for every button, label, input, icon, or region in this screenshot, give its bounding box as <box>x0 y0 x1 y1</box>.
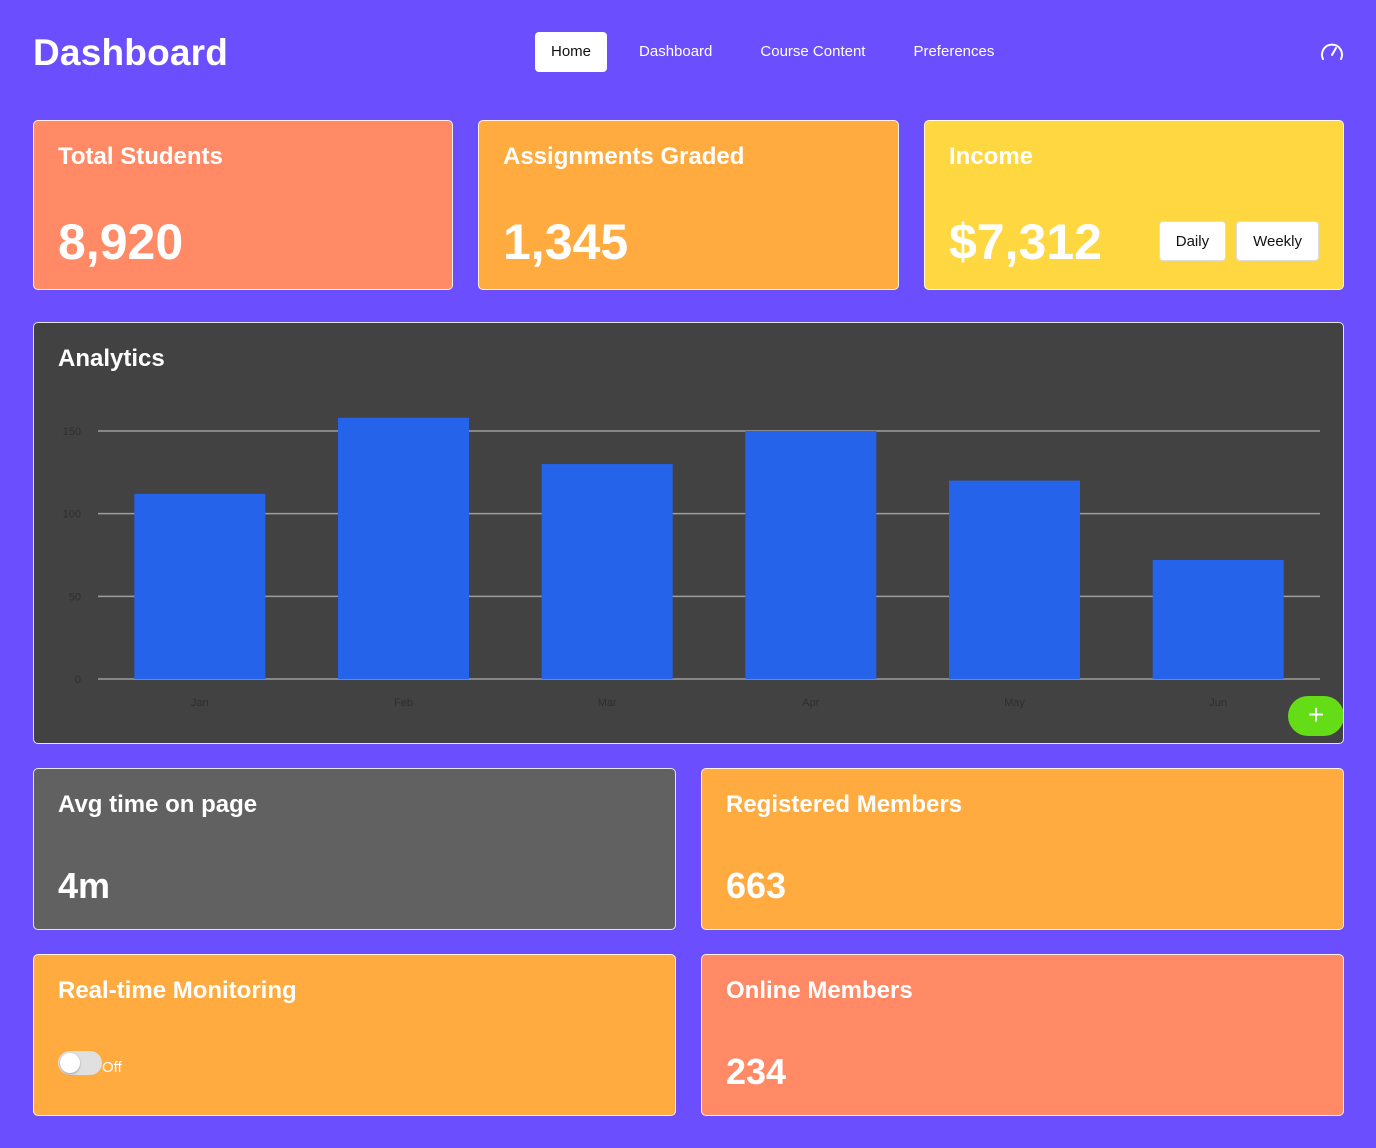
avg-time-card: Avg time on page 4m <box>33 768 676 930</box>
app-title: Dashboard <box>33 32 229 73</box>
realtime-monitoring-label: Real-time Monitoring <box>58 977 297 1004</box>
speedometer-icon[interactable] <box>1320 40 1344 64</box>
income-card: Income $7,312 Daily Weekly <box>924 120 1344 290</box>
x-tick-label: Apr <box>802 697 819 709</box>
period-toggle: Daily Weekly <box>1149 221 1319 261</box>
analytics-chart: 0 50 100 150 Jan Feb Mar Apr May Jun <box>63 417 1320 709</box>
x-tick-label: May <box>1004 697 1025 709</box>
bar <box>1152 559 1284 679</box>
monitoring-toggle[interactable] <box>58 1051 102 1075</box>
x-tick-label: Jan <box>191 697 209 709</box>
online-members-value: 234 <box>726 1051 787 1092</box>
income-label: Income <box>949 143 1034 170</box>
realtime-monitoring-card: Real-time Monitoring Off <box>33 954 676 1116</box>
bar <box>338 417 469 679</box>
x-tick-label: Feb <box>394 697 413 709</box>
registered-members-value: 663 <box>726 865 787 906</box>
plus-icon: + <box>1307 699 1325 730</box>
add-button[interactable]: + <box>1288 696 1343 736</box>
income-value: $7,312 <box>949 214 1102 270</box>
y-tick-label: 50 <box>69 591 81 603</box>
daily-button[interactable]: Daily <box>1158 221 1227 261</box>
y-tick-label: 0 <box>75 674 81 686</box>
y-tick-label: 150 <box>63 426 81 438</box>
analytics-card: 0 50 100 150 Jan Feb Mar Apr May Jun Analytics + <box>33 322 1344 744</box>
registered-members-card: Registered Members 663 <box>701 768 1344 930</box>
weekly-button[interactable]: Weekly <box>1236 221 1319 261</box>
total-students-label: Total Students <box>58 143 223 170</box>
x-tick-label: Mar <box>598 697 617 709</box>
assignments-graded-value: 1,345 <box>503 214 629 270</box>
total-students-value: 8,920 <box>58 214 184 270</box>
avg-time-label: Avg time on page <box>58 791 258 818</box>
online-members-label: Online Members <box>726 977 913 1004</box>
registered-members-label: Registered Members <box>726 791 963 818</box>
assignments-graded-label: Assignments Graded <box>503 143 745 170</box>
y-tick-label: 100 <box>63 509 81 521</box>
nav-home[interactable]: Home <box>535 32 608 72</box>
bar <box>949 480 1080 679</box>
online-members-card: Online Members 234 <box>701 954 1344 1116</box>
x-tick-label: Jun <box>1209 697 1227 709</box>
toggle-knob <box>60 1053 80 1073</box>
bar <box>541 464 673 679</box>
toggle-state-label: Off <box>102 1059 122 1076</box>
top-nav: Home Dashboard Course Content Preference… <box>535 32 1026 72</box>
assignments-graded-card: Assignments Graded 1,345 <box>478 120 899 290</box>
avg-time-value: 4m <box>58 865 111 906</box>
header: Dashboard Home Dashboard Course Content … <box>33 30 1344 76</box>
nav-dashboard[interactable]: Dashboard <box>623 32 728 72</box>
analytics-title: Analytics <box>58 345 165 372</box>
nav-course-content[interactable]: Course Content <box>744 32 881 72</box>
bar <box>134 493 266 679</box>
nav-preferences[interactable]: Preferences <box>897 32 1010 72</box>
bar <box>745 431 877 679</box>
total-students-card: Total Students 8,920 <box>33 120 453 290</box>
